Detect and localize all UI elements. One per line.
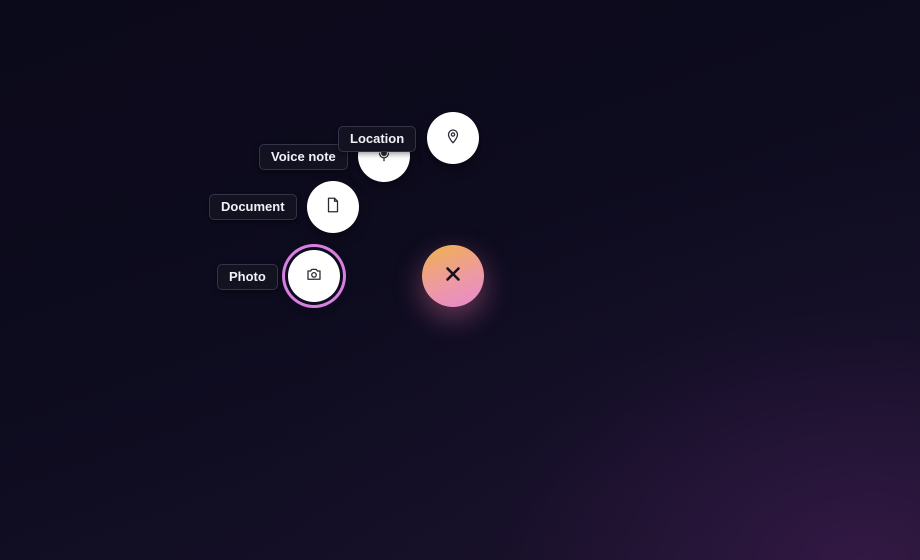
- document-action-button[interactable]: [307, 181, 359, 233]
- voice-note-action-label: Voice note: [259, 144, 348, 170]
- location-action-label: Location: [338, 126, 417, 152]
- close-icon: [445, 266, 461, 287]
- document-action-label: Document: [209, 194, 297, 220]
- speed-dial-toggle-button[interactable]: [422, 245, 484, 307]
- map-pin-icon: [444, 127, 462, 150]
- speed-dial-fab: Document Voice note Location Photo: [0, 0, 920, 560]
- location-action-button[interactable]: [427, 112, 479, 164]
- photo-action-button[interactable]: [288, 250, 340, 302]
- photo-action-label: Photo: [217, 264, 278, 290]
- document-icon: [324, 196, 342, 219]
- camera-icon: [305, 265, 323, 288]
